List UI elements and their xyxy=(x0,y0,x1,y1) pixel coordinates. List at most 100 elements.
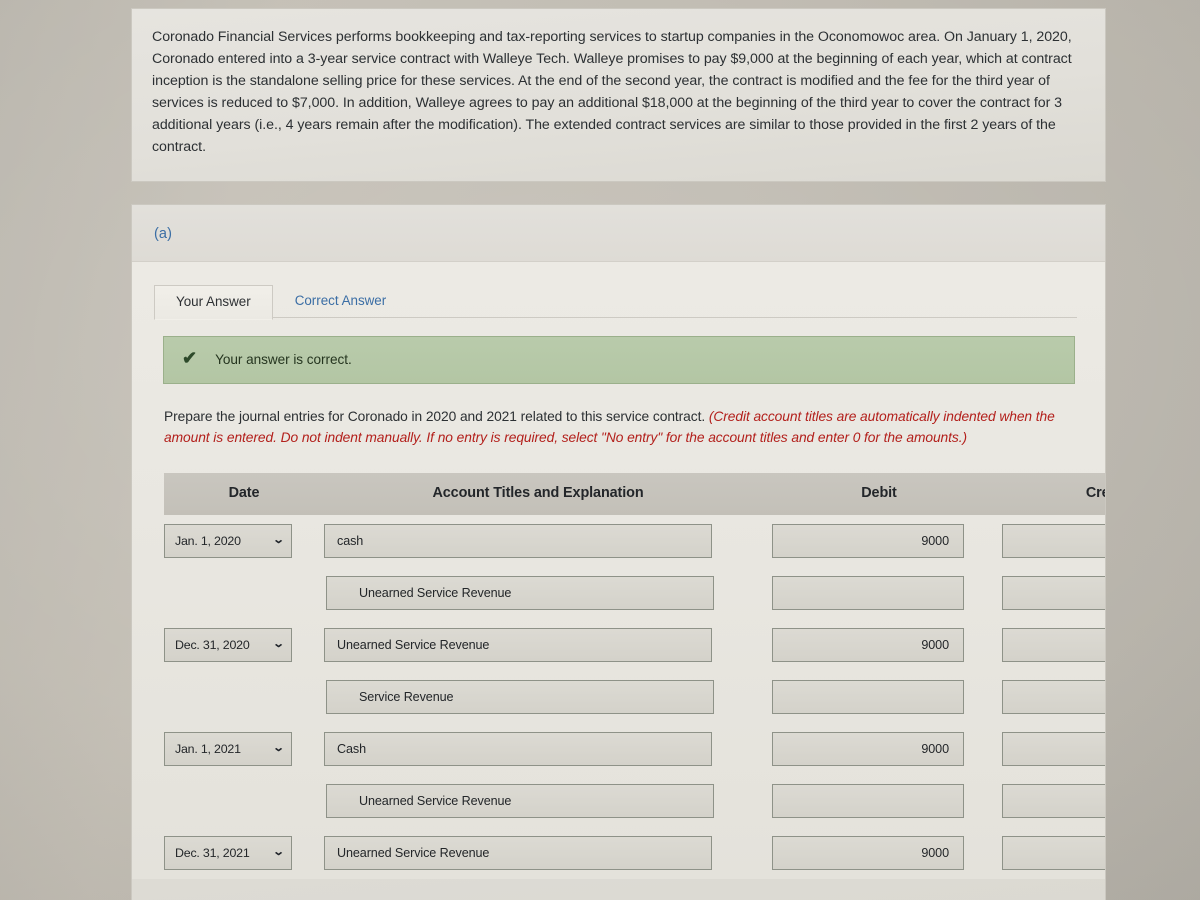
cell-credit xyxy=(974,515,1105,567)
account-title-input-0[interactable]: cash xyxy=(324,523,712,558)
debit-input-2[interactable]: 9000 xyxy=(772,627,964,662)
answer-card: (a) Your Answer Correct Answer ✔ Your an… xyxy=(131,203,1106,900)
instructions-block: Prepare the journal entries for Coronado… xyxy=(132,384,1105,449)
cell-debit: 9000 xyxy=(744,515,974,567)
credit-input-0[interactable] xyxy=(1002,523,1105,558)
date-select-value: Dec. 31, 2020 xyxy=(175,637,250,652)
date-select-value: Jan. 1, 2020 xyxy=(175,533,241,548)
column-header-credit: Credi xyxy=(974,472,1105,515)
chevron-down-icon: ⌄ xyxy=(272,638,285,651)
cell-credit xyxy=(974,775,1105,827)
cell-account: Service Revenue xyxy=(324,671,744,723)
debit-value: 9000 xyxy=(921,637,949,652)
column-header-debit: Debit xyxy=(744,472,974,515)
cell-credit xyxy=(974,827,1105,879)
credit-input-4[interactable] xyxy=(1002,731,1105,766)
date-cell-empty xyxy=(164,680,318,714)
account-title-input-3[interactable]: Service Revenue xyxy=(326,679,714,714)
tab-correct-answer[interactable]: Correct Answer xyxy=(273,284,409,319)
credit-input-1[interactable] xyxy=(1002,575,1105,610)
cell-debit xyxy=(744,671,974,723)
cell-date xyxy=(164,775,324,827)
cell-account: cash xyxy=(324,515,744,567)
cell-account: Unearned Service Revenue xyxy=(324,567,744,619)
account-title-value: cash xyxy=(337,533,364,548)
cell-debit: 9000 xyxy=(744,723,974,775)
problem-statement-text: Coronado Financial Services performs boo… xyxy=(152,29,1072,156)
debit-input-4[interactable]: 9000 xyxy=(772,731,964,766)
date-select-6[interactable]: Dec. 31, 2021 ⌄ xyxy=(164,835,292,870)
column-header-date: Date xyxy=(164,472,324,515)
credit-input-3[interactable] xyxy=(1002,679,1105,714)
date-select-0[interactable]: Jan. 1, 2020 ⌄ xyxy=(164,523,292,558)
debit-value: 9000 xyxy=(921,845,949,860)
table-row: Jan. 1, 2020 ⌄ cash 9000 xyxy=(164,515,1105,567)
account-title-value: Unearned Service Revenue xyxy=(337,637,490,652)
debit-input-6[interactable]: 9000 xyxy=(772,835,964,870)
journal-entry-table-wrapper: Date Account Titles and Explanation Debi… xyxy=(132,472,1105,879)
account-title-input-1[interactable]: Unearned Service Revenue xyxy=(326,575,714,610)
part-label-band: (a) xyxy=(132,204,1105,262)
answer-tabstrip: Your Answer Correct Answer xyxy=(132,262,1105,320)
table-row: Unearned Service Revenue xyxy=(164,567,1105,619)
chevron-down-icon: ⌄ xyxy=(272,846,285,859)
cell-debit: 9000 xyxy=(744,827,974,879)
table-header-row: Date Account Titles and Explanation Debi… xyxy=(164,472,1105,515)
table-header: Date Account Titles and Explanation Debi… xyxy=(164,472,1105,515)
debit-input-1[interactable] xyxy=(772,575,964,610)
account-title-value: Unearned Service Revenue xyxy=(359,585,512,600)
date-select-2[interactable]: Dec. 31, 2020 ⌄ xyxy=(164,627,292,662)
account-title-value: Unearned Service Revenue xyxy=(337,845,490,860)
debit-value: 9000 xyxy=(921,741,949,756)
table-row: Dec. 31, 2020 ⌄ Unearned Service Revenue 90… xyxy=(164,619,1105,671)
table-row: Unearned Service Revenue xyxy=(164,775,1105,827)
credit-input-2[interactable] xyxy=(1002,627,1105,662)
instructions-lead: Prepare the journal entries for Coronado… xyxy=(164,408,709,424)
card-separator xyxy=(131,182,1106,204)
cell-credit xyxy=(974,671,1105,723)
cell-account: Cash xyxy=(324,723,744,775)
cell-credit xyxy=(974,723,1105,775)
tab-your-answer[interactable]: Your Answer xyxy=(154,284,273,320)
cell-date xyxy=(164,567,324,619)
part-label: (a) xyxy=(154,225,173,242)
tabs-row: Your Answer Correct Answer xyxy=(154,284,1105,320)
cell-credit xyxy=(974,619,1105,671)
problem-statement-card: Coronado Financial Services performs boo… xyxy=(131,8,1106,182)
account-title-input-5[interactable]: Unearned Service Revenue xyxy=(326,783,714,818)
date-select-4[interactable]: Jan. 1, 2021 ⌄ xyxy=(164,731,292,766)
cell-date: Dec. 31, 2021 ⌄ xyxy=(164,827,324,879)
date-select-value: Dec. 31, 2021 xyxy=(175,845,250,860)
date-cell-empty xyxy=(164,576,318,610)
account-title-value: Cash xyxy=(337,741,366,756)
account-title-input-4[interactable]: Cash xyxy=(324,731,712,766)
account-title-value: Service Revenue xyxy=(359,689,454,704)
debit-input-0[interactable]: 9000 xyxy=(772,523,964,558)
assignment-content-column: Coronado Financial Services performs boo… xyxy=(131,8,1106,900)
answer-body: Your Answer Correct Answer ✔ Your answer… xyxy=(132,261,1105,879)
date-select-value: Jan. 1, 2021 xyxy=(175,741,241,756)
table-row: Jan. 1, 2021 ⌄ Cash 9000 xyxy=(164,723,1105,775)
chevron-down-icon: ⌄ xyxy=(272,534,285,547)
debit-value: 9000 xyxy=(921,533,949,548)
journal-entry-table: Date Account Titles and Explanation Debi… xyxy=(164,472,1105,879)
cell-account: Unearned Service Revenue xyxy=(324,827,744,879)
date-cell-empty xyxy=(164,784,318,818)
status-banner: ✔ Your answer is correct. xyxy=(163,335,1075,384)
account-title-input-2[interactable]: Unearned Service Revenue xyxy=(324,627,712,662)
table-row: Service Revenue xyxy=(164,671,1105,723)
chevron-down-icon: ⌄ xyxy=(272,742,285,755)
credit-input-5[interactable] xyxy=(1002,783,1105,818)
cell-credit xyxy=(974,567,1105,619)
account-title-value: Unearned Service Revenue xyxy=(359,793,512,808)
cell-date xyxy=(164,671,324,723)
debit-input-3[interactable] xyxy=(772,679,964,714)
banner-wrapper: ✔ Your answer is correct. xyxy=(132,318,1105,384)
cell-debit xyxy=(744,775,974,827)
cell-account: Unearned Service Revenue xyxy=(324,619,744,671)
table-row: Dec. 31, 2021 ⌄ Unearned Service Revenue 90… xyxy=(164,827,1105,879)
credit-input-6[interactable] xyxy=(1002,835,1105,870)
account-title-input-6[interactable]: Unearned Service Revenue xyxy=(324,835,712,870)
column-header-account: Account Titles and Explanation xyxy=(324,472,744,515)
debit-input-5[interactable] xyxy=(772,783,964,818)
